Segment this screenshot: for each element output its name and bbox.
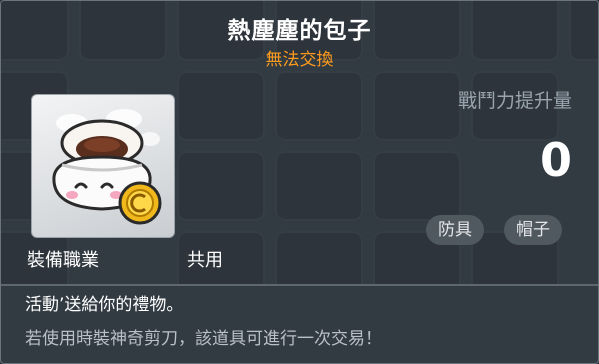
item-icon-frame: [31, 94, 175, 238]
tag-armor: 防具: [426, 215, 484, 245]
equip-job-value: 共用: [187, 250, 223, 271]
description-line-2: 若使用時裝神奇剪刀，該道具可進行一次交易！: [25, 329, 382, 349]
item-name: 熱塵塵的包子: [227, 18, 372, 44]
equip-job-label: 裝備職業: [27, 250, 99, 271]
tag-hat: 帽子: [504, 215, 562, 245]
power-increase-value: 0: [539, 133, 572, 187]
item-tooltip: 熱塵塵的包子 無法交換 戰鬥力提升量 0 防具 帽子 裝備職業 共用 活動’送給…: [0, 0, 599, 364]
trade-status: 無法交換: [265, 50, 334, 70]
power-increase-label: 戰鬥力提升量: [457, 90, 572, 112]
divider: [1, 284, 598, 286]
description-line-1: 活動’送給你的禮物。: [25, 295, 184, 315]
steamed-bun-icon: [52, 109, 162, 225]
